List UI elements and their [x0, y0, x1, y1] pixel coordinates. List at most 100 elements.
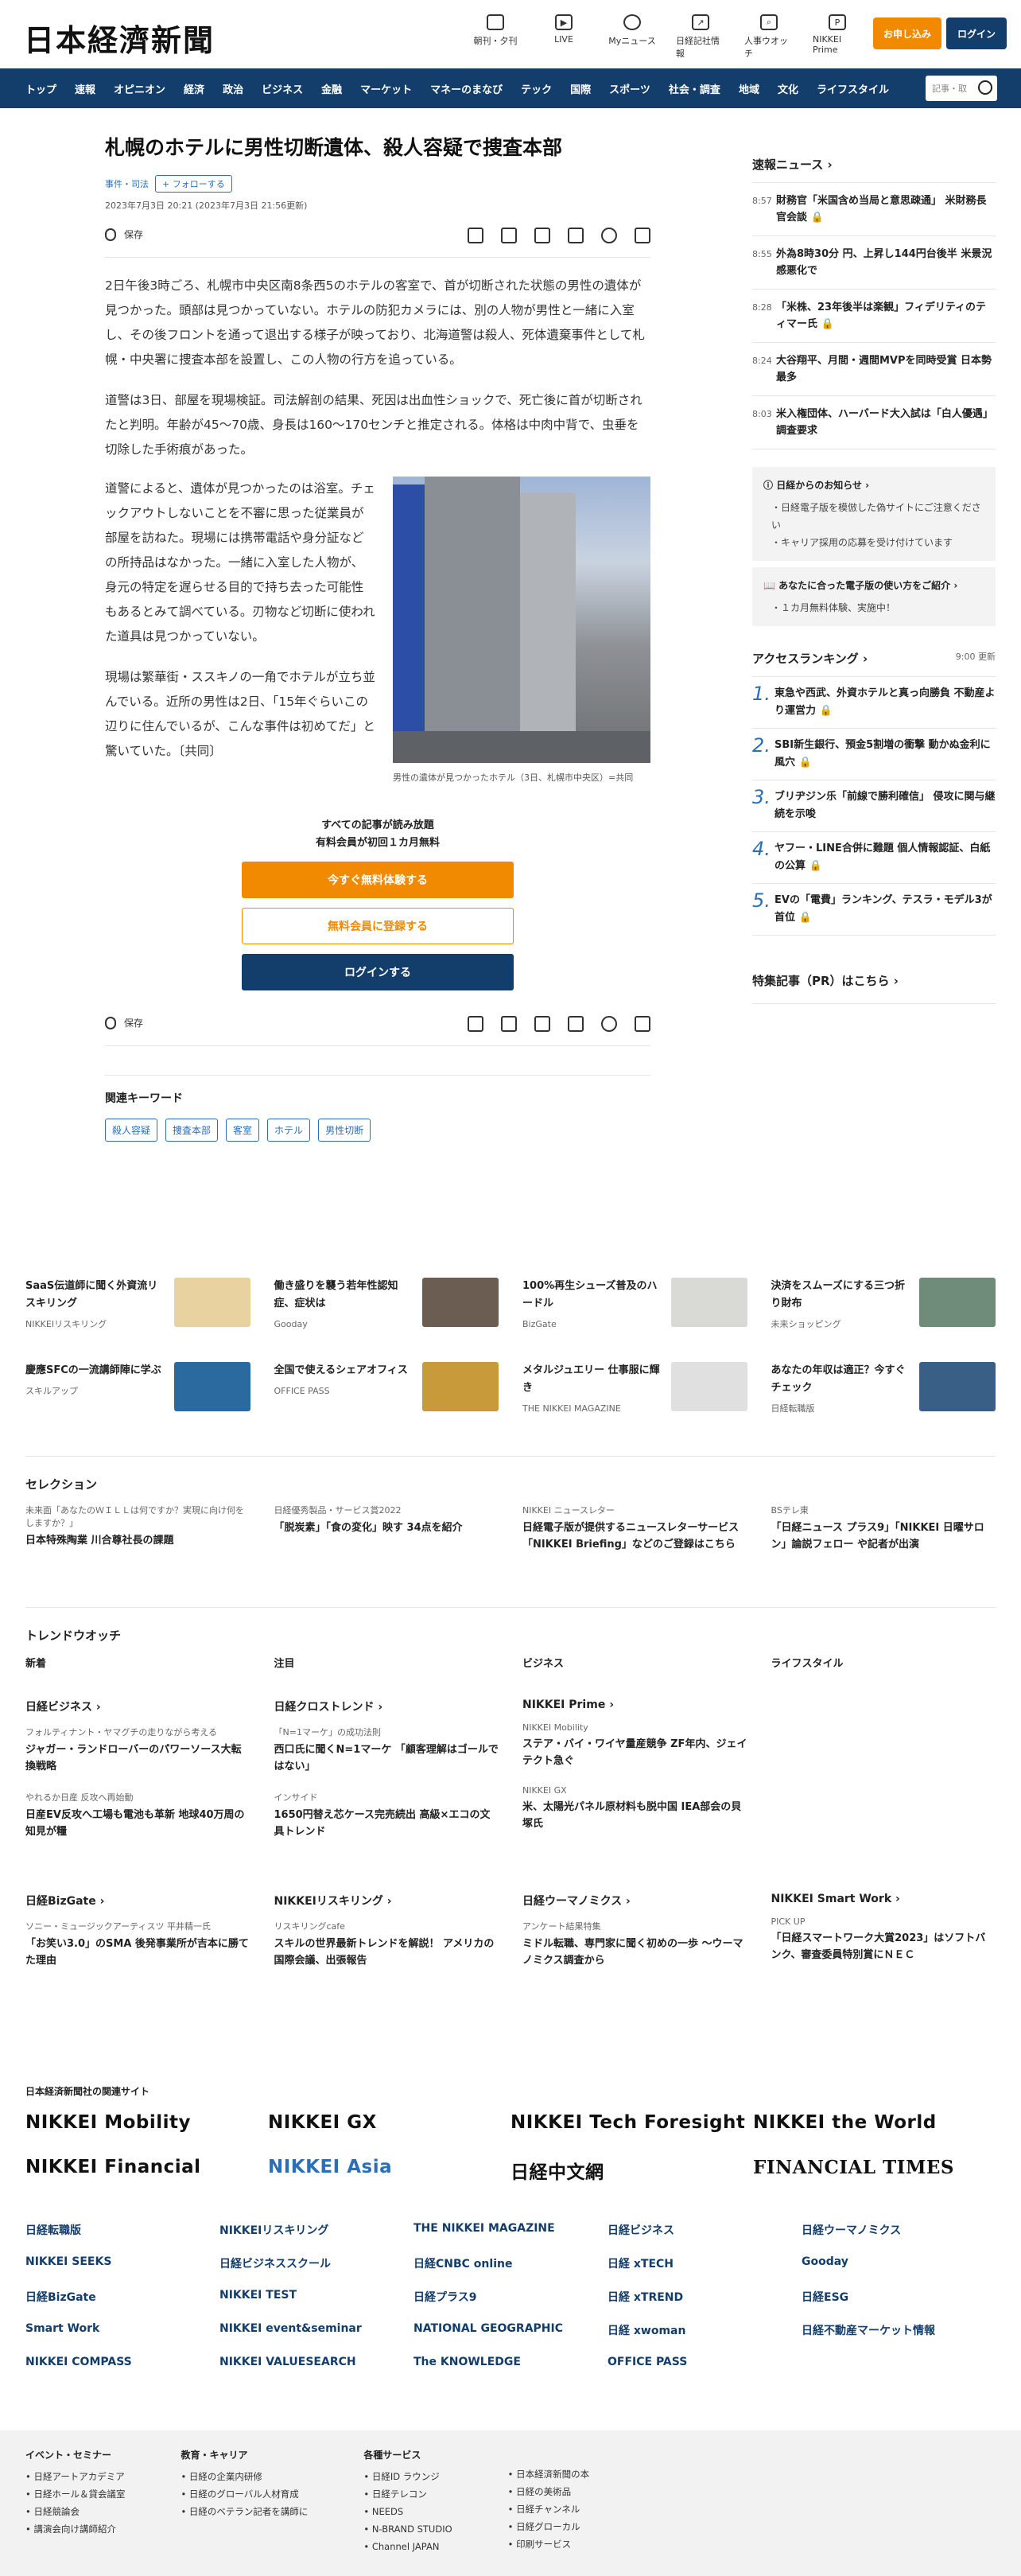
site-link[interactable]: The KNOWLEDGE — [413, 2356, 608, 2368]
site-logo[interactable]: NIKKEI GX — [268, 2112, 510, 2133]
footer-link[interactable]: • 日経のベテラン記者を講師に — [181, 2503, 308, 2520]
site-link[interactable]: 日経プラス9 — [413, 2289, 608, 2305]
site-link[interactable]: 日経 xwoman — [608, 2322, 802, 2338]
search-icon[interactable] — [978, 80, 992, 95]
footer-link[interactable]: • 日経ID ラウンジ — [363, 2468, 452, 2485]
share-icon[interactable] — [635, 1016, 650, 1032]
footer-link[interactable]: • N-BRAND STUDIO — [363, 2520, 452, 2538]
nav-item[interactable]: ライフスタイル — [817, 81, 889, 96]
site-link[interactable]: NIKKEI COMPASS — [25, 2356, 219, 2368]
subscribe-button[interactable]: お申し込み — [873, 18, 941, 49]
nav-item[interactable]: 政治 — [223, 81, 243, 96]
nav-item[interactable]: 地域 — [739, 81, 759, 96]
nav-item[interactable]: マネーのまなび — [430, 81, 503, 96]
trend-link[interactable]: 西口氏に聞くN=1マーケ 「顧客理解はゴールではない」 — [274, 1741, 499, 1775]
nav-item[interactable]: トップ — [25, 81, 56, 96]
notice-item[interactable]: ・日経電子版を模倣した偽サイトにご注意ください — [763, 499, 984, 534]
trend-link[interactable]: 「お笑い3.0」のSMA 後発事業所が吉本に勝てた理由 — [25, 1936, 250, 1969]
site-logo[interactable]: 日経中文網 — [510, 2157, 753, 2184]
site-link[interactable]: 日経ウーマノミクス — [802, 2222, 996, 2238]
nav-item[interactable]: 国際 — [570, 81, 591, 96]
header-link-live[interactable]: ▶ LIVE — [539, 14, 588, 60]
footer-link[interactable]: • NEEDS — [363, 2503, 452, 2520]
nav-item[interactable]: マーケット — [360, 81, 412, 96]
trend-tab[interactable]: ビジネス — [522, 1655, 747, 1670]
footer-link[interactable]: • 日経チャンネル — [508, 2500, 589, 2518]
site-link[interactable]: 日経 xTECH — [608, 2255, 802, 2271]
footer-link[interactable]: • 日経グローカル — [508, 2518, 589, 2535]
footer-link[interactable]: • 印刷サービス — [508, 2535, 589, 2553]
ranking-item[interactable]: 1. 東急や西武、外資ホテルと真っ向勝負 不動産より運営力 🔒 — [752, 677, 996, 729]
nav-item[interactable]: 社会・調査 — [669, 81, 720, 96]
follow-button[interactable]: + フォローする — [155, 175, 232, 193]
login-button[interactable]: ログイン — [946, 18, 1007, 49]
footer-link[interactable]: • 日経アートアカデミア — [25, 2468, 125, 2485]
selection-item[interactable]: 未来面「あなたのＷＩＬＬは何ですか？実現に向け何をしますか？」 日本特殊陶業 川合… — [25, 1504, 250, 1553]
nav-item[interactable]: ビジネス — [262, 81, 303, 96]
trend-link[interactable]: スキルの世界最新トレンドを解説！ アメリカの国際会議、出張報告 — [274, 1936, 499, 1969]
site-link[interactable]: 日経ビジネス — [608, 2222, 802, 2238]
free-trial-button[interactable]: 今すぐ無料体験する — [242, 862, 514, 898]
footer-link[interactable]: • 日経のグローバル人材育成 — [181, 2485, 308, 2503]
site-link[interactable]: NIKKEI VALUESEARCH — [219, 2356, 413, 2368]
footer-link[interactable]: • 日本経済新聞の本 — [508, 2465, 589, 2483]
copy-icon[interactable] — [534, 1016, 550, 1032]
nav-item[interactable]: 速報 — [75, 81, 95, 96]
keyword-chip[interactable]: 男性切断 — [318, 1119, 371, 1142]
trend-tab[interactable]: 新着 — [25, 1655, 250, 1670]
keyword-chip[interactable]: 殺人容疑 — [105, 1119, 158, 1142]
footer-link[interactable]: • 日経の美術品 — [508, 2483, 589, 2500]
notice-title[interactable]: 📖 あなたに合った電子版の使い方をご紹介 › — [763, 577, 984, 594]
ranking-title[interactable]: アクセスランキング › — [752, 650, 868, 667]
breaking-news-title[interactable]: 速報ニュース › — [752, 156, 996, 183]
nav-item[interactable]: オピニオン — [114, 81, 165, 96]
ad-card[interactable]: 決済をスムーズにする三つ折り財布 未来ショッピング — [771, 1278, 996, 1333]
article-photo[interactable]: 男性の遺体が見つかったホテル（3日、札幌市中央区）=共同 — [393, 477, 650, 785]
search-input[interactable]: 記事・取 — [926, 76, 997, 101]
header-link-company[interactable]: ↗ 日経記社情報 — [676, 14, 725, 60]
share-icon[interactable] — [635, 228, 650, 243]
footer-link[interactable]: • 日経競論会 — [25, 2503, 125, 2520]
site-logo[interactable]: NIKKEI Mobility — [25, 2112, 268, 2133]
site-link[interactable]: Smart Work — [25, 2322, 219, 2338]
nikkei-logo[interactable]: 日本経濟新聞 — [24, 16, 215, 60]
ad-card[interactable]: 働き盛りを襲う若年性認知症、症状は Gooday — [274, 1278, 499, 1333]
notice-item[interactable]: ・１カ月無料体験、実施中！ — [763, 599, 984, 617]
trend-link[interactable]: 「日経スマートワーク大賞2023」はソフトバンク、審査委員特別賞にＮＥＣ — [771, 1930, 996, 1963]
trend-link[interactable]: ミドル転職、専門家に聞く初めの一歩 〜ウーマノミクス調査から — [522, 1936, 747, 1969]
ad-card[interactable]: あなたの年収は適正？今すぐチェック 日経転職版 — [771, 1362, 996, 1418]
ranking-item[interactable]: 3. ブリヂジン乐「前線で勝利確信」 侵攻に関与継続を示唆 — [752, 780, 996, 832]
ad-card[interactable]: メタルジュエリー 仕事服に輝き THE NIKKEI MAGAZINE — [522, 1362, 747, 1418]
ad-card[interactable]: 100%再生シューズ普及のハードル BizGate — [522, 1278, 747, 1333]
nav-item[interactable]: 文化 — [778, 81, 798, 96]
paywall-login-button[interactable]: ログインする — [242, 954, 514, 990]
trend-tab[interactable]: 注目 — [274, 1655, 499, 1670]
site-link[interactable]: NIKKEI event&seminar — [219, 2322, 413, 2338]
site-link[interactable]: NATIONAL GEOGRAPHIC — [413, 2322, 608, 2338]
mail-icon[interactable] — [501, 1016, 517, 1032]
breaking-item[interactable]: 8:57 財務官「米国含め当局と意思疎通」 米財務長官会談 🔒 — [752, 183, 996, 236]
selection-item[interactable]: BSテレ東 「日経ニュース プラス9」「NIKKEI 日曜サロン」論説フェロー や… — [771, 1504, 996, 1553]
site-link[interactable]: NIKKEI SEEKS — [25, 2255, 219, 2271]
breaking-item[interactable]: 8:28 「米株、23年後半は楽観」フィデリティのティマー氏 🔒 — [752, 290, 996, 343]
ranking-item[interactable]: 5. EVの「電費」ランキング、テスラ・モデル3が首位 🔒 — [752, 884, 996, 936]
save-button-bottom[interactable]: 保存 — [105, 1016, 143, 1029]
footer-link[interactable]: • 日経ホール＆貸会議室 — [25, 2485, 125, 2503]
notice-item[interactable]: ・キャリア採用の応募を受け付けています — [763, 534, 984, 551]
site-link[interactable]: 日経BizGate — [25, 2289, 219, 2305]
nav-item[interactable]: 経済 — [184, 81, 204, 96]
site-link[interactable]: 日経ESG — [802, 2289, 996, 2305]
trend-link[interactable]: ステア・バイ・ワイヤ量産競争 ZF年内、ジェイテクト急ぐ — [522, 1736, 747, 1769]
header-link-newspaper[interactable]: 朝刊・夕刊 — [471, 14, 520, 60]
site-link[interactable]: NIKKEI TEST — [219, 2289, 413, 2305]
trend-tab[interactable]: ライフスタイル — [771, 1655, 996, 1670]
site-link[interactable]: 日経ビジネススクール — [219, 2255, 413, 2271]
selection-item[interactable]: NIKKEI ニュースレター 日経電子版が提供するニュースレターサービス「NIKK… — [522, 1504, 747, 1553]
register-button[interactable]: 無料会員に登録する — [242, 908, 514, 944]
header-link-mynews[interactable]: Myニュース — [608, 14, 657, 60]
ad-card[interactable]: 慶應SFCの一流講師陣に学ぶ スキルアップ — [25, 1362, 250, 1418]
facebook-icon[interactable] — [601, 228, 617, 243]
topic-tag[interactable]: 事件・司法 — [105, 177, 149, 190]
selection-item[interactable]: 日経優秀製品・サービス賞2022 「脱炭素」「食の変化」映す 34点を紹介 — [274, 1504, 499, 1553]
nav-item[interactable]: 金融 — [321, 81, 342, 96]
